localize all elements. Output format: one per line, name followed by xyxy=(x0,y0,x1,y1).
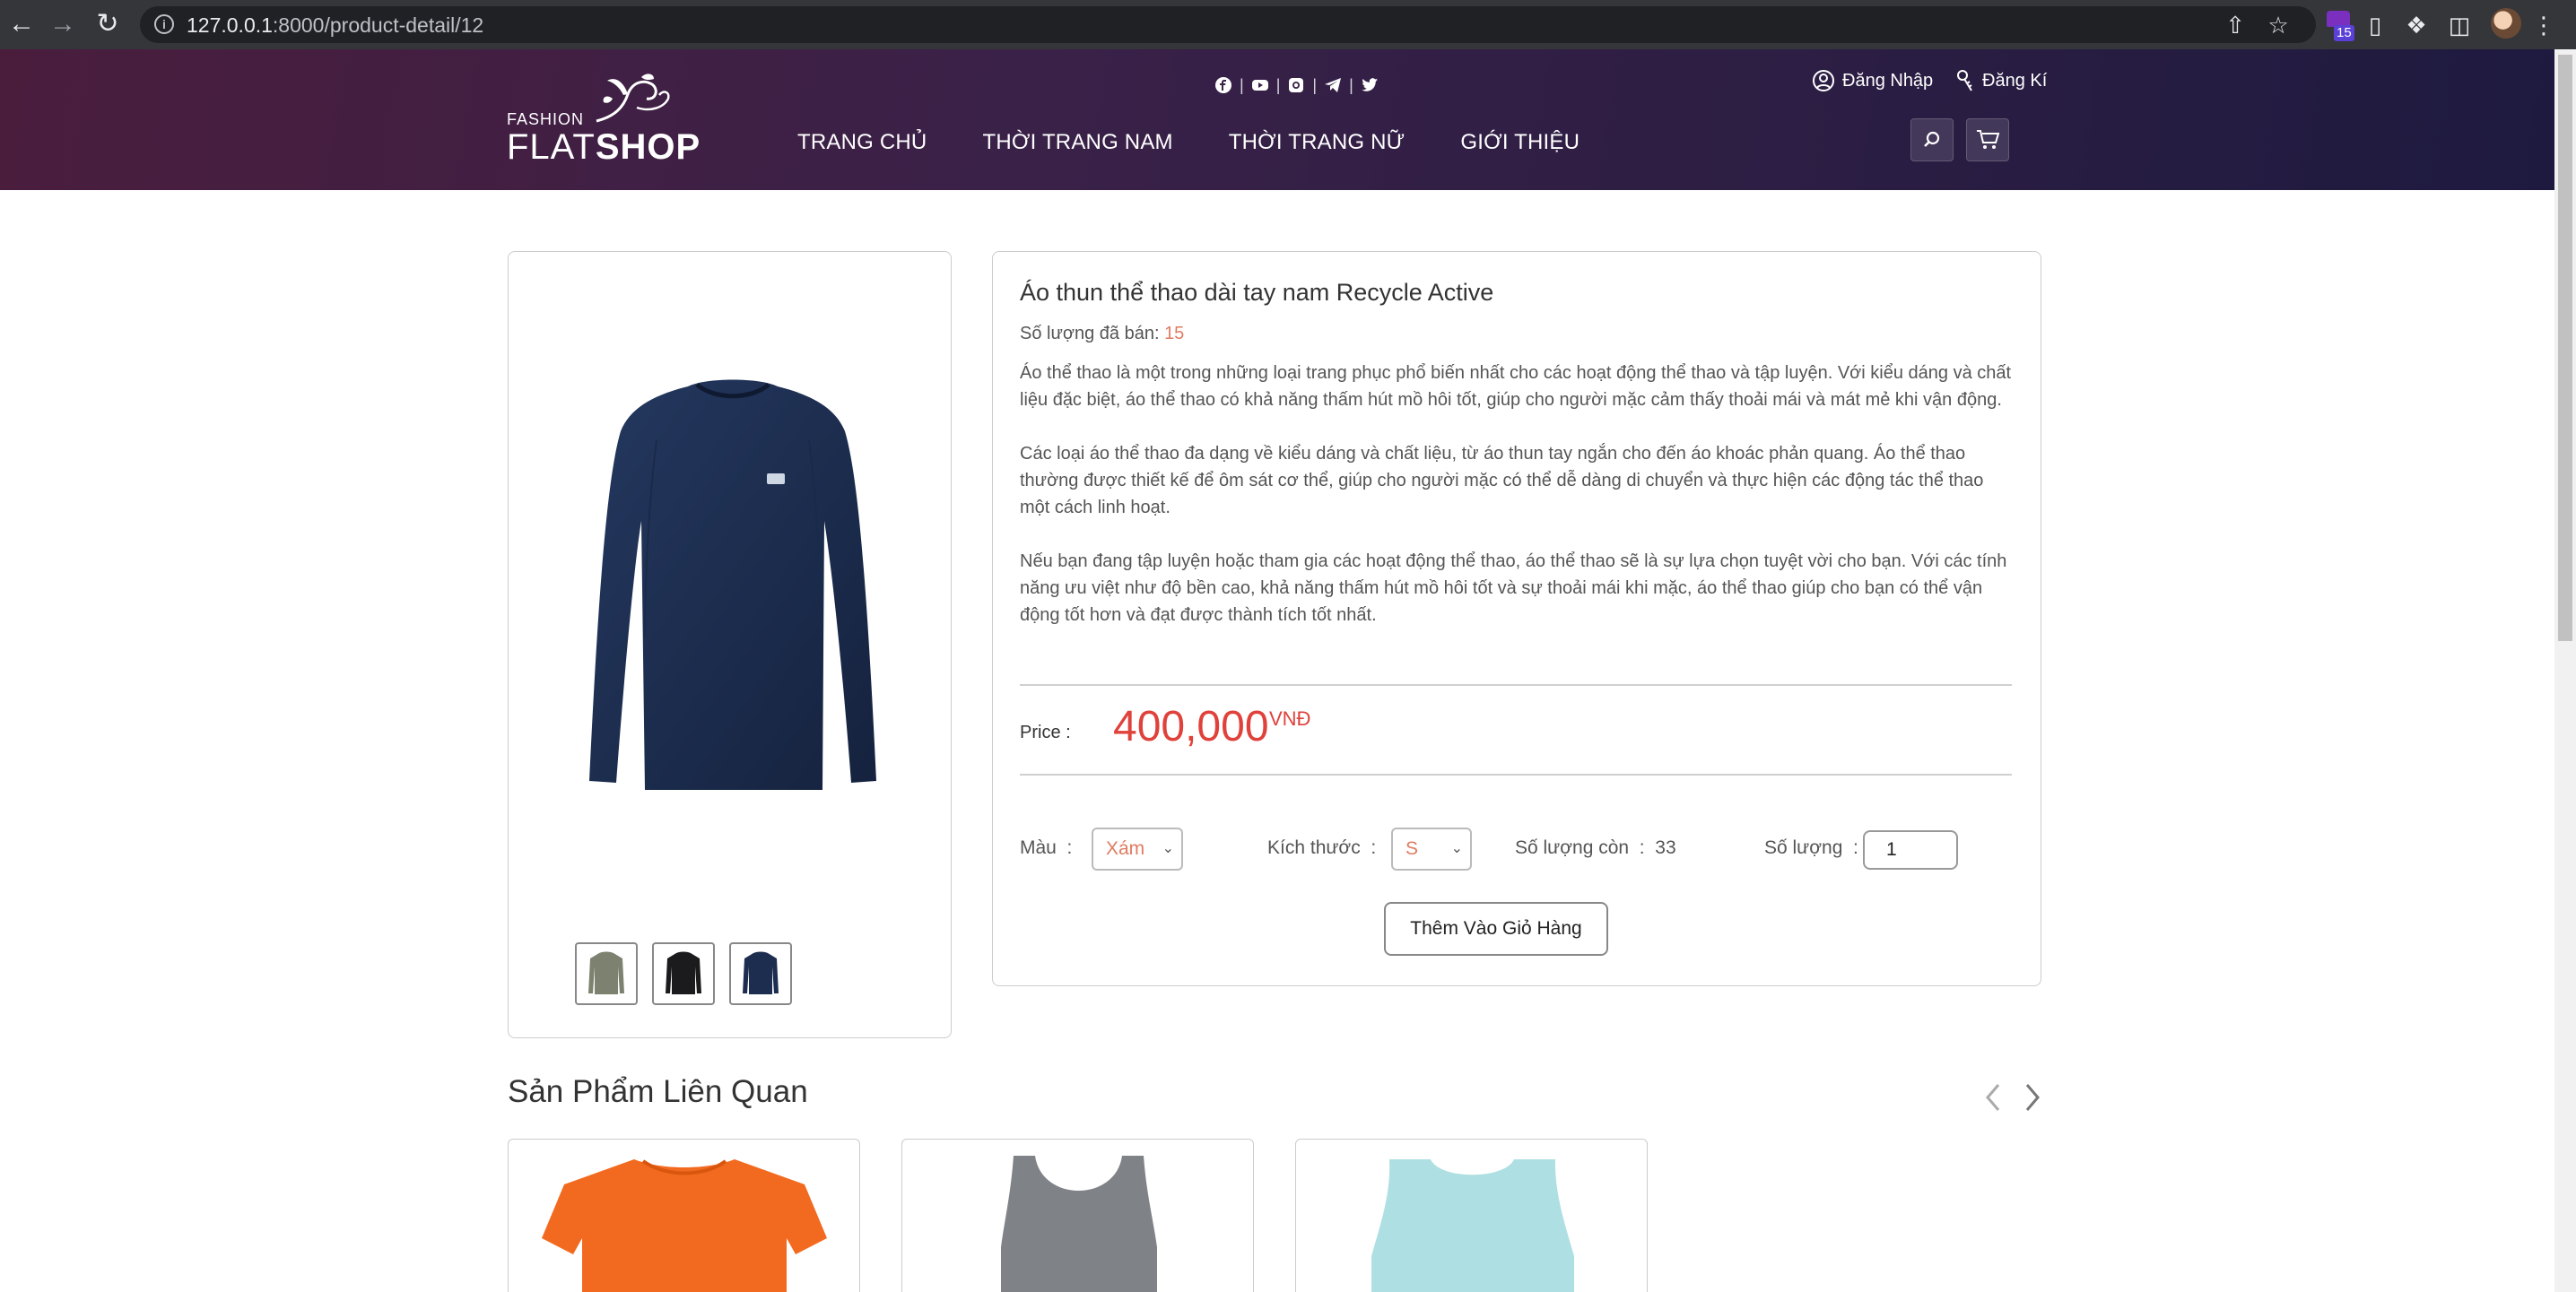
chevron-down-icon: ⌄ xyxy=(1162,841,1174,856)
scrollbar-thumb[interactable] xyxy=(2558,55,2572,641)
chevron-right-icon[interactable] xyxy=(2020,1080,2045,1115)
nav-women-fashion[interactable]: THỜI TRANG NỮ xyxy=(1229,130,1405,155)
related-products-title: Sản Phẩm Liên Quan xyxy=(508,1074,808,1109)
logo-flourish-icon xyxy=(596,74,670,123)
thumbnail-navy[interactable] xyxy=(729,942,792,1005)
product-image-panel xyxy=(508,251,952,1038)
product-description: Áo thể thao là một trong những loại tran… xyxy=(1020,360,2015,655)
site-logo[interactable]: FASHION FLATSHOP xyxy=(507,72,700,170)
related-product-image xyxy=(1371,1159,1574,1292)
extension-badge-count: 15 xyxy=(2334,25,2354,41)
color-label: Màu : xyxy=(1020,837,1073,858)
price-label: Price : xyxy=(1020,723,1071,742)
thumbnail-gray[interactable] xyxy=(575,942,638,1005)
chevron-down-icon: ⌄ xyxy=(1450,841,1463,856)
nav-men-fashion[interactable]: THỜI TRANG NAM xyxy=(982,130,1172,155)
related-product-card[interactable] xyxy=(901,1139,1254,1292)
logo-text: FLATSHOP xyxy=(507,127,701,167)
quantity-label: Số lượng : xyxy=(1764,837,1858,858)
url-text: 127.0.0.1:8000/product-detail/12 xyxy=(187,13,484,37)
profile-avatar[interactable] xyxy=(2491,8,2521,39)
search-icon xyxy=(1924,131,1940,147)
register-link[interactable]: Đăng Kí xyxy=(1955,69,2047,92)
login-label: Đăng Nhập xyxy=(1842,70,1934,91)
telegram-icon[interactable] xyxy=(1323,75,1343,95)
shirt-thumbnail-black xyxy=(666,951,701,994)
address-bar[interactable]: i 127.0.0.1:8000/product-detail/12 xyxy=(140,6,2316,43)
related-product-card[interactable] xyxy=(508,1139,860,1292)
user-icon xyxy=(1813,70,1834,91)
related-product-card[interactable] xyxy=(1295,1139,1648,1292)
logo-small-text: FASHION xyxy=(507,110,585,128)
facebook-icon[interactable] xyxy=(1214,75,1233,95)
bookmark-star-icon[interactable]: ☆ xyxy=(2262,9,2294,41)
social-links: | | | | xyxy=(1211,74,1382,97)
page-scrollbar[interactable] xyxy=(2554,49,2576,1292)
price-currency: VNĐ xyxy=(1269,707,1311,730)
related-product-image xyxy=(1001,1156,1157,1292)
reload-icon[interactable]: ↻ xyxy=(91,8,124,40)
nav-home[interactable]: TRANG CHỦ xyxy=(797,130,927,155)
forward-icon[interactable]: → xyxy=(47,8,79,40)
register-label: Đăng Kí xyxy=(1982,70,2048,91)
color-select[interactable]: Xám ⌄ xyxy=(1092,828,1183,871)
size-select[interactable]: S ⌄ xyxy=(1391,828,1472,871)
extension-icon[interactable]: 15 xyxy=(2325,9,2355,41)
site-info-icon[interactable]: i xyxy=(154,14,174,34)
size-label: Kích thước : xyxy=(1267,837,1377,858)
add-to-cart-button[interactable]: Thêm Vào Giỏ Hàng xyxy=(1384,902,1608,956)
related-product-image xyxy=(542,1159,827,1292)
menu-kebab-icon[interactable]: ⋮ xyxy=(2528,9,2560,41)
cart-icon xyxy=(1977,130,2000,149)
shirt-thumbnail-gray xyxy=(588,951,624,994)
key-icon xyxy=(1957,70,1972,91)
side-panel-icon[interactable]: ◫ xyxy=(2443,9,2476,41)
share-icon[interactable]: ⇧ xyxy=(2219,9,2251,41)
price-value: 400,000 xyxy=(1113,703,1269,750)
stock-info: Số lượng còn : 33 xyxy=(1515,837,1676,858)
product-main-image[interactable] xyxy=(562,369,903,871)
extensions-puzzle-icon[interactable]: ❖ xyxy=(2400,9,2432,41)
product-title: Áo thun thể thao dài tay nam Recycle Act… xyxy=(1020,279,1494,306)
thumbnail-black[interactable] xyxy=(652,942,715,1005)
device-icon[interactable]: ▯ xyxy=(2359,9,2391,41)
product-info-panel: Áo thun thể thao dài tay nam Recycle Act… xyxy=(992,251,2041,986)
sold-count: Số lượng đã bán: 15 xyxy=(1020,324,1185,343)
instagram-icon[interactable] xyxy=(1286,75,1306,95)
description-paragraph: Các loại áo thể thao đa dạng về kiểu dán… xyxy=(1020,444,1984,517)
divider xyxy=(1020,774,2012,776)
search-button[interactable] xyxy=(1910,118,1954,161)
main-nav: TRANG CHỦ THỜI TRANG NAM THỜI TRANG NỮ G… xyxy=(797,130,1635,155)
quantity-input[interactable]: 1 xyxy=(1863,830,1958,870)
divider xyxy=(1020,684,2012,686)
description-paragraph: Nếu bạn đang tập luyện hoặc tham gia các… xyxy=(1020,551,2007,625)
browser-toolbar: ← → ↻ i 127.0.0.1:8000/product-detail/12… xyxy=(0,0,2576,49)
shirt-thumbnail-navy xyxy=(743,951,779,994)
back-icon[interactable]: ← xyxy=(5,8,38,40)
nav-about[interactable]: GIỚI THIỆU xyxy=(1460,130,1580,155)
chevron-left-icon[interactable] xyxy=(1980,1080,2006,1115)
youtube-icon[interactable] xyxy=(1250,75,1270,95)
site-header: FASHION FLATSHOP | | | | Đăng Nhập Đăng … xyxy=(0,49,2554,190)
thumbnail-list xyxy=(575,942,806,1005)
cart-button[interactable] xyxy=(1966,118,2009,161)
login-link[interactable]: Đăng Nhập xyxy=(1812,69,1933,92)
description-paragraph: Áo thể thao là một trong những loại tran… xyxy=(1020,363,2012,410)
twitter-icon[interactable] xyxy=(1360,75,1379,95)
